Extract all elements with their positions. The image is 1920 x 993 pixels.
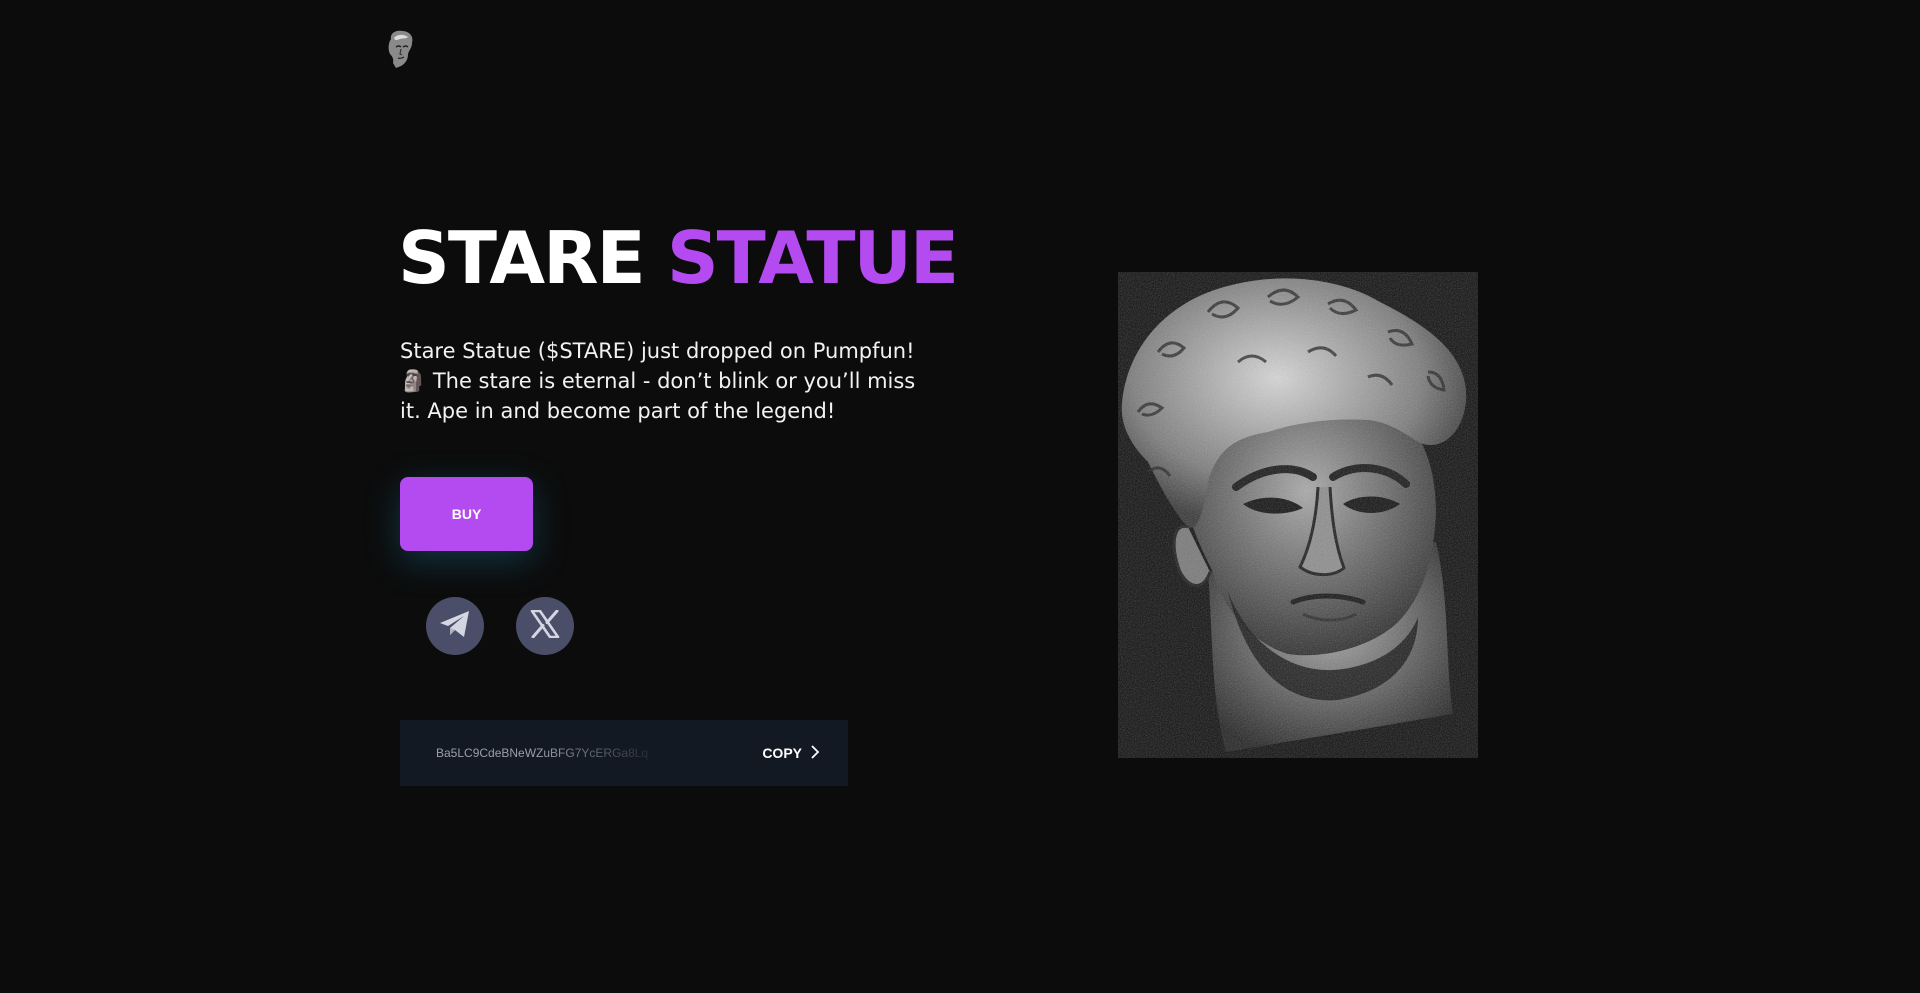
x-link[interactable] <box>516 597 574 655</box>
copy-button[interactable]: COPY <box>762 744 820 762</box>
page-title: STARE STATUE <box>398 216 959 300</box>
buy-button[interactable]: BUY <box>400 477 533 551</box>
logo-icon[interactable] <box>384 30 416 70</box>
telegram-icon <box>439 610 471 643</box>
statue-head-image <box>1118 272 1478 758</box>
copy-label: COPY <box>762 745 802 761</box>
contract-address: Ba5LC9CdeBNeWZuBFG7YcERGa8Lq <box>436 746 649 760</box>
title-word-stare: STARE <box>398 216 646 300</box>
title-word-statue: STATUE <box>666 216 959 300</box>
telegram-link[interactable] <box>426 597 484 655</box>
hero-description: Stare Statue ($STARE) just dropped on Pu… <box>400 339 916 423</box>
x-icon <box>530 609 560 643</box>
contract-address-box: Ba5LC9CdeBNeWZuBFG7YcERGa8Lq COPY <box>400 720 848 786</box>
chevron-right-icon <box>810 744 820 762</box>
